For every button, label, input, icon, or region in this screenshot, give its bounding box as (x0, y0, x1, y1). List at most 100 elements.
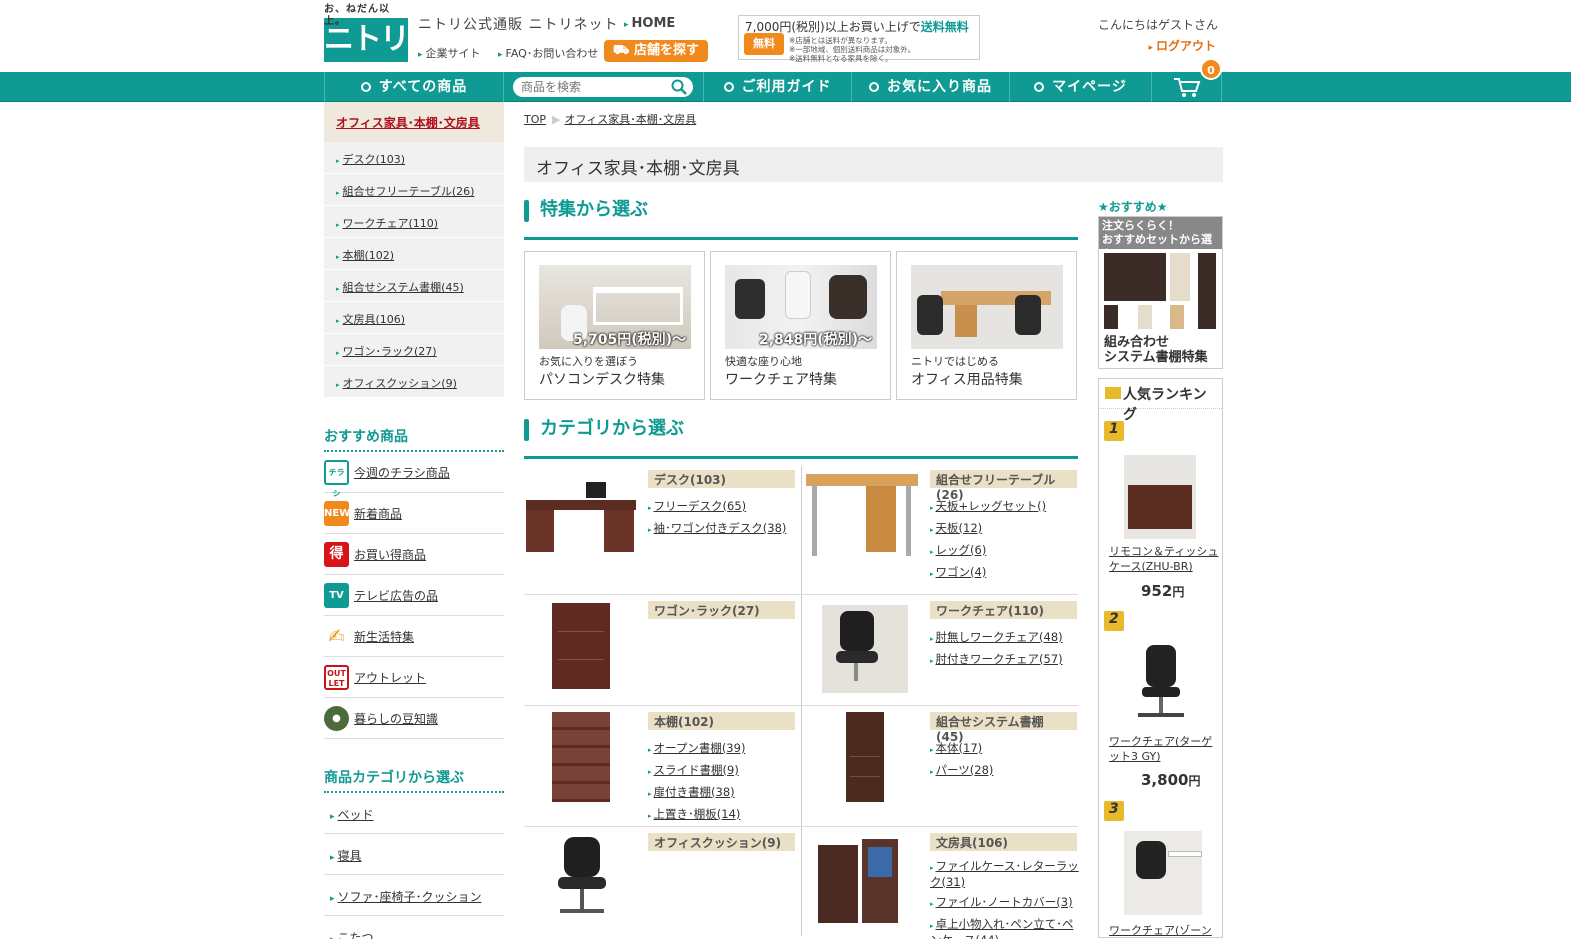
recommend-label[interactable]: お買い得商品 (354, 546, 426, 563)
category-header[interactable]: デスク(103) (648, 470, 795, 488)
product-category-sofa[interactable]: ▸ ソファ･座椅子･クッション (324, 875, 504, 916)
recommend-bargain[interactable]: 得お買い得商品 (324, 534, 504, 575)
category-link-item[interactable]: ▸卓上小物入れ･ペン立て･ペンケース(44) (930, 917, 1080, 939)
sidebar-item-system-shelf[interactable]: ▸ 組合せシステム書棚(45) (324, 270, 504, 302)
category-link-item[interactable]: ▸ 肘無しワークチェア(48) (930, 627, 1063, 649)
feature-card-office-supplies[interactable]: ニトリではじめる オフィス用品特集 (896, 251, 1077, 400)
system-shelf-image[interactable] (806, 712, 918, 802)
category-link[interactable]: パーツ(28) (936, 763, 994, 777)
breadcrumb-top[interactable]: TOP (524, 113, 546, 126)
category-header[interactable]: 組合せシステム書棚(45) (930, 712, 1077, 744)
category-link-item[interactable]: ▸ 肘付きワークチェア(57) (930, 649, 1063, 671)
sidebar-item-label[interactable]: ワゴン･ラック(27) (343, 345, 437, 358)
feature-card-work-chair[interactable]: 2,848円(税別)～ 快適な座り心地 ワークチェア特集 (710, 251, 891, 400)
office-cushion-image[interactable] (524, 833, 636, 923)
category-link[interactable]: 天板+レッグセット() (936, 499, 1047, 513)
category-link[interactable]: ファイル･ノートカバー(3) (936, 895, 1073, 909)
work-chair-image[interactable] (806, 601, 918, 693)
category-link[interactable]: オープン書棚(39) (654, 741, 746, 755)
category-header[interactable]: オフィスクッション(9) (648, 833, 795, 851)
stationery-image[interactable] (806, 833, 918, 923)
recommend-label[interactable]: 今週のチラシ商品 (354, 464, 450, 481)
rank-3-image[interactable] (1124, 831, 1202, 915)
sidebar-item-bookshelf[interactable]: ▸ 本棚(102) (324, 238, 504, 270)
rank-2-image[interactable] (1124, 641, 1196, 725)
recommend-label[interactable]: テレビ広告の品 (354, 587, 438, 604)
recommend-tv[interactable]: TV テレビ広告の品 (324, 575, 504, 616)
category-link-item[interactable]: ▸ ワゴン(4) (930, 562, 1046, 584)
recommend-new[interactable]: NEW 新着商品 (324, 493, 504, 534)
category-link[interactable]: 肘付きワークチェア(57) (936, 652, 1063, 666)
category-link-item[interactable]: ▸ フリーデスク(65) (648, 496, 786, 518)
faq-link[interactable]: ▸ FAQ･お問い合わせ (498, 45, 598, 61)
recommend-flyer[interactable]: チラシ 今週のチラシ商品 (324, 452, 504, 498)
sidebar-item-label[interactable]: 文房具(106) (343, 313, 406, 326)
sidebar-item-label[interactable]: ワークチェア(110) (343, 217, 439, 230)
category-link-item[interactable]: ▸ 本体(17) (930, 738, 993, 760)
category-link-item[interactable]: ▸ オープン書棚(39) (648, 738, 745, 760)
sidebar-item-label[interactable]: デスク(103) (343, 153, 406, 166)
recommend-label[interactable]: 新着商品 (354, 505, 402, 522)
sidebar-item-stationery[interactable]: ▸ 文房具(106) (324, 302, 504, 334)
nav-all-products[interactable]: すべての商品 (324, 72, 504, 102)
system-shelf-set-banner[interactable]: 注文らくらく！ おすすめセットから選ぶ 組み合わせ システム書棚特集 (1098, 216, 1223, 369)
bookshelf-image[interactable] (524, 712, 636, 802)
product-category-kotatsu[interactable]: ▸こたつ (324, 916, 504, 939)
category-link[interactable]: ワゴン(4) (936, 565, 987, 579)
category-link[interactable]: レッグ(6) (936, 543, 987, 557)
recommend-tips[interactable]: ● 暮らしの豆知識 (324, 698, 504, 739)
sidebar-item-label[interactable]: オフィスクッション(9) (343, 377, 457, 390)
free-table-image[interactable] (806, 470, 918, 560)
category-link-item[interactable]: ▸ スライド書棚(9) (648, 760, 745, 782)
sidebar-category-head[interactable]: オフィス家具･本棚･文房具 (324, 102, 504, 142)
category-link[interactable]: 上置き･棚板(14) (654, 807, 741, 821)
category-link[interactable]: ファイルケース･レターラック(31) (930, 859, 1079, 889)
product-category-label[interactable]: ベッド (338, 808, 374, 822)
desk-image[interactable] (524, 470, 636, 560)
category-link[interactable]: スライド書棚(9) (654, 763, 739, 777)
category-link-item[interactable]: ▸ 扉付き書棚(38) (648, 782, 745, 804)
category-link-item[interactable]: ▸ ファイル･ノートカバー(3) (930, 895, 1080, 911)
category-header[interactable]: 文房具(106) (930, 833, 1077, 851)
recommend-label[interactable]: アウトレット (354, 669, 426, 686)
category-link-item[interactable]: ▸ パーツ(28) (930, 760, 993, 782)
category-link-item[interactable]: ▸ 袖･ワゴン付きデスク(38) (648, 518, 786, 540)
recommend-label[interactable]: 暮らしの豆知識 (354, 710, 438, 727)
logout-link[interactable]: ▸ ログアウト (1148, 37, 1216, 54)
product-category-label[interactable]: ソファ･座椅子･クッション (338, 890, 482, 904)
search-icon[interactable] (670, 78, 688, 96)
category-link-item[interactable]: ▸ 上置き･棚板(14) (648, 804, 745, 826)
nav-guide[interactable]: ご利用ガイド (704, 72, 852, 102)
search-input[interactable] (513, 77, 693, 97)
wagon-image[interactable] (524, 601, 636, 691)
sidebar-item-desk[interactable]: ▸ デスク(103) (324, 142, 504, 174)
recommend-label[interactable]: 新生活特集 (354, 628, 414, 645)
recommend-new-life[interactable]: ✍ 新生活特集 (324, 616, 504, 657)
category-link-item[interactable]: ▸ 天板+レッグセット() (930, 496, 1046, 518)
nav-favorites[interactable]: お気に入り商品 (852, 72, 1010, 102)
nav-mypage[interactable]: マイページ (1010, 72, 1152, 102)
category-link-item[interactable]: ▸ レッグ(6) (930, 540, 1046, 562)
category-link[interactable]: 肘無しワークチェア(48) (936, 630, 1063, 644)
sidebar-item-wagon-rack[interactable]: ▸ ワゴン･ラック(27) (324, 334, 504, 366)
category-link-item[interactable]: ▸ 天板(12) (930, 518, 1046, 540)
free-shipping-banner[interactable]: 7,000円(税別)以上お買い上げで送料無料 無料 ※店舗とは送料が異なります。… (738, 15, 980, 63)
breadcrumb-current[interactable]: オフィス家具･本棚･文房具 (564, 113, 696, 126)
product-category-label[interactable]: こたつ (338, 931, 374, 939)
rank-3-name[interactable]: ワークチェア(ゾーン (1109, 923, 1221, 938)
category-link[interactable]: 袖･ワゴン付きデスク(38) (654, 521, 787, 535)
rank-1-name[interactable]: リモコン＆ティッシュケース(ZHU-BR) (1109, 544, 1221, 574)
category-header[interactable]: 本棚(102) (648, 712, 795, 730)
sidebar-item-free-table[interactable]: ▸ 組合せフリーテーブル(26) (324, 174, 504, 206)
category-link-item[interactable]: ▸ ファイルケース･レターラック(31) (930, 859, 1080, 889)
product-category-bed[interactable]: ▸ ベッド (324, 793, 504, 834)
sidebar-item-label[interactable]: 組合せフリーテーブル(26) (343, 185, 475, 198)
category-link[interactable]: 本体(17) (936, 741, 983, 755)
product-category-label[interactable]: 寝具 (338, 849, 362, 863)
recommend-outlet[interactable]: OUT LET アウトレット (324, 657, 504, 698)
sidebar-item-work-chair[interactable]: ▸ ワークチェア(110) (324, 206, 504, 238)
category-header[interactable]: ワゴン･ラック(27) (648, 601, 795, 619)
category-link[interactable]: フリーデスク(65) (654, 499, 747, 513)
corporate-site-link[interactable]: ▸ 企業サイト (418, 45, 481, 61)
sidebar-item-office-cushion[interactable]: ▸ オフィスクッション(9) (324, 366, 504, 398)
